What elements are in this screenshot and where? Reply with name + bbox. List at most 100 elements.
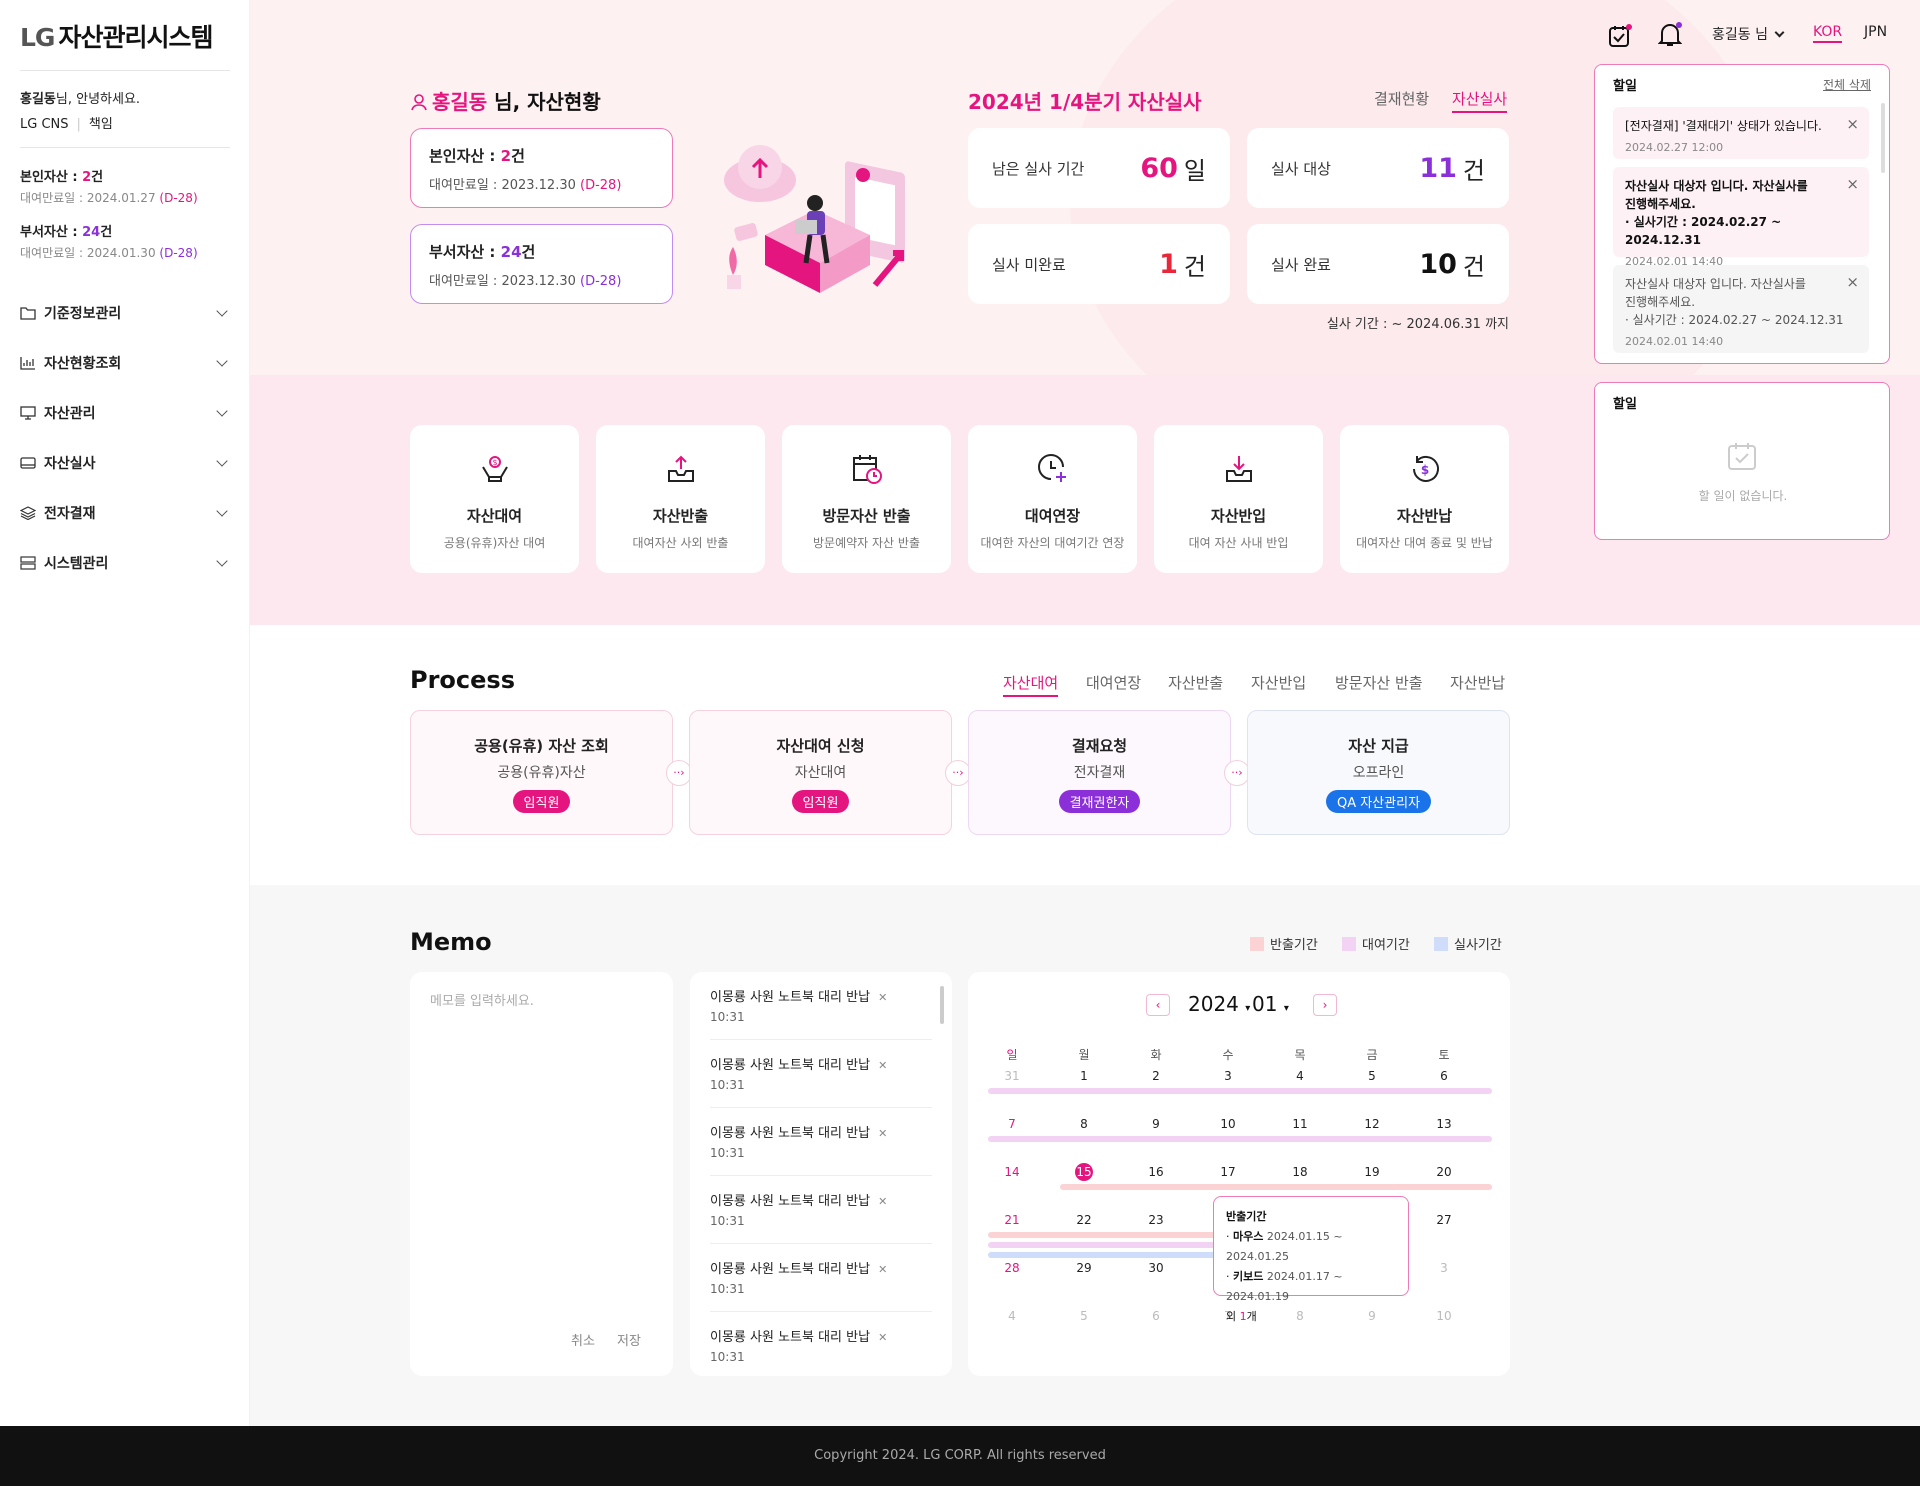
calendar-day[interactable]: 17 — [1208, 1165, 1248, 1179]
calendar-day[interactable]: 11 — [1280, 1117, 1320, 1131]
calendar-day[interactable]: 19 — [1352, 1165, 1392, 1179]
calendar-day[interactable]: 13 — [1424, 1117, 1464, 1131]
calendar-day[interactable]: 21 — [992, 1213, 1032, 1227]
close-icon[interactable]: × — [1846, 175, 1859, 193]
close-icon[interactable]: × — [1846, 115, 1859, 133]
calendar-day[interactable]: 12 — [1352, 1117, 1392, 1131]
list-item[interactable]: 이몽룡 사원 노트북 대리 반납 ✕ 10:31 — [710, 1108, 932, 1176]
service-rental-extension[interactable]: 대여연장 대여한 자산의 대여기간 연장 — [968, 425, 1137, 573]
calendar-day[interactable]: 6 — [1424, 1069, 1464, 1083]
memo-input[interactable] — [430, 990, 650, 1310]
process-tab-extension[interactable]: 대여연장 — [1086, 672, 1141, 693]
calendar-day[interactable]: 5 — [1064, 1309, 1104, 1323]
chevron-down-icon — [216, 405, 228, 417]
service-asset-import[interactable]: 자산반입 대여 자산 사내 반입 — [1154, 425, 1323, 573]
tab-approval-status[interactable]: 결재현황 — [1374, 88, 1429, 109]
service-visitor-export[interactable]: 방문자산 반출 방문예약자 자산 반출 — [782, 425, 951, 573]
dept-asset-card[interactable]: 부서자산 : 24건 대여만료일 : 2023.12.30 (D-28) — [410, 224, 673, 304]
calendar-day[interactable]: 2 — [1136, 1069, 1176, 1083]
calendar-day[interactable]: 8 — [1064, 1117, 1104, 1131]
calendar-day[interactable]: 10 — [1424, 1309, 1464, 1323]
calendar-day[interactable]: 20 — [1424, 1165, 1464, 1179]
calendar-day[interactable]: 4 — [1280, 1069, 1320, 1083]
asset-status-title: 홍길동 님, 자산현황 — [410, 86, 601, 115]
menu-item-asset-audit[interactable]: 자산실사 — [20, 451, 230, 475]
close-icon[interactable]: ✕ — [878, 991, 887, 1004]
memo-title: Memo — [410, 928, 492, 956]
memo-save-button[interactable]: 저장 — [617, 1330, 641, 1349]
calendar-day[interactable]: 22 — [1064, 1213, 1104, 1227]
lang-jpn[interactable]: JPN — [1864, 24, 1887, 40]
service-asset-export[interactable]: 자산반출 대여자산 사외 반출 — [596, 425, 765, 573]
todo-item[interactable]: [전자결재] '결재대기' 상태가 있습니다. 2024.02.27 12:00 × — [1613, 107, 1869, 159]
process-tab-visitor-export[interactable]: 방문자산 반출 — [1335, 672, 1423, 693]
close-icon[interactable]: ✕ — [878, 1263, 887, 1276]
process-tab-export[interactable]: 자산반출 — [1168, 672, 1223, 693]
own-asset-summary[interactable]: 본인자산 : 2건 — [20, 166, 103, 185]
menu-item-asset-management[interactable]: 자산관리 — [20, 401, 230, 425]
menu-item-asset-status[interactable]: 자산현황조회 — [20, 351, 230, 375]
own-asset-card[interactable]: 본인자산 : 2건 대여만료일 : 2023.12.30 (D-28) — [410, 128, 673, 208]
calendar-day[interactable]: 29 — [1064, 1261, 1104, 1275]
calendar-day[interactable]: 14 — [992, 1165, 1032, 1179]
close-icon[interactable]: ✕ — [878, 1331, 887, 1344]
todo-item[interactable]: 자산실사 대상자 입니다. 자산실사를 진행해주세요. · 실사기간 : 2024.… — [1613, 265, 1869, 353]
lang-kor[interactable]: KOR — [1813, 24, 1843, 43]
process-tab-import[interactable]: 자산반입 — [1251, 672, 1306, 693]
calendar-day[interactable]: 10 — [1208, 1117, 1248, 1131]
month-select[interactable]: 01 ▾ — [1252, 992, 1289, 1016]
close-icon[interactable]: ✕ — [878, 1127, 887, 1140]
calendar-day[interactable]: 5 — [1352, 1069, 1392, 1083]
calendar-day[interactable]: 9 — [1136, 1117, 1176, 1131]
process-tab-rental[interactable]: 자산대여 — [1003, 672, 1059, 697]
process-tab-return[interactable]: 자산반납 — [1450, 672, 1505, 693]
dept-asset-summary[interactable]: 부서자산 : 24건 — [20, 221, 112, 240]
prev-month-button[interactable]: ‹ — [1146, 994, 1170, 1016]
list-item[interactable]: 이몽룡 사원 노트북 대리 반납 ✕ 10:31 — [710, 1040, 932, 1108]
calendar-day[interactable]: 31 — [992, 1069, 1032, 1083]
calendar-day[interactable]: 4 — [992, 1309, 1032, 1323]
clear-all-button[interactable]: 전체 삭제 — [1823, 76, 1871, 93]
close-icon[interactable]: × — [1846, 273, 1859, 291]
menu-item-system-management[interactable]: 시스템관리 — [20, 551, 230, 575]
stat-remaining-period[interactable]: 남은 실사 기간 60 일 — [968, 128, 1230, 208]
calendar-day[interactable]: 23 — [1136, 1213, 1176, 1227]
calendar-day[interactable]: 3 — [1424, 1261, 1464, 1275]
memo-cancel-button[interactable]: 취소 — [571, 1330, 595, 1349]
calendar-day[interactable]: 30 — [1136, 1261, 1176, 1275]
list-item[interactable]: 이몽룡 사원 노트북 대리 반납 ✕ 10:31 — [710, 1176, 932, 1244]
rental-period-bar — [988, 1242, 1218, 1248]
calendar-day[interactable]: 3 — [1208, 1069, 1248, 1083]
service-asset-return[interactable]: $ 자산반납 대여자산 대여 종료 및 반납 — [1340, 425, 1509, 573]
list-item[interactable]: 이몽룡 사원 노트북 대리 반납 ✕ 10:31 — [710, 972, 932, 1040]
calendar-day[interactable]: 6 — [1136, 1309, 1176, 1323]
close-icon[interactable]: ✕ — [878, 1059, 887, 1072]
calendar-day[interactable]: 27 — [1424, 1213, 1464, 1227]
calendar-day-today[interactable]: 15 — [1075, 1163, 1093, 1181]
scrollbar[interactable] — [1881, 103, 1885, 173]
calendar-day[interactable]: 1 — [1064, 1069, 1104, 1083]
service-asset-rental[interactable]: $ 자산대여 공용(유휴)자산 대여 — [410, 425, 579, 573]
todo-calendar-icon[interactable] — [1608, 24, 1632, 48]
calendar-day[interactable]: 28 — [992, 1261, 1032, 1275]
close-icon[interactable]: ✕ — [878, 1195, 887, 1208]
calendar-tooltip: 반출기간 · 마우스 2024.01.15 ~ 2024.01.25 · 키보드… — [1213, 1196, 1409, 1323]
year-select[interactable]: 2024 ▾ — [1188, 992, 1250, 1016]
list-item[interactable]: 이몽룡 사원 노트북 대리 반납 ✕ 10:31 — [710, 1312, 932, 1376]
user-menu[interactable]: 홍길동 님 — [1712, 24, 1785, 44]
calendar-day[interactable]: 7 — [992, 1117, 1032, 1131]
next-month-button[interactable]: › — [1313, 994, 1337, 1016]
stat-audit-incomplete[interactable]: 실사 미완료 1 건 — [968, 224, 1230, 304]
app-logo[interactable]: LG 자산관리시스템 — [20, 18, 213, 54]
stat-audit-target[interactable]: 실사 대상 11 건 — [1247, 128, 1509, 208]
bell-icon[interactable] — [1658, 22, 1682, 48]
calendar-day[interactable]: 16 — [1136, 1165, 1176, 1179]
stat-audit-complete[interactable]: 실사 완료 10 건 — [1247, 224, 1509, 304]
calendar-day[interactable]: 18 — [1280, 1165, 1320, 1179]
tab-asset-audit[interactable]: 자산실사 — [1452, 88, 1508, 113]
menu-item-base-info[interactable]: 기준정보관리 — [20, 301, 230, 325]
menu-item-e-approval[interactable]: 전자결재 — [20, 501, 230, 525]
list-item[interactable]: 이몽룡 사원 노트북 대리 반납 ✕ 10:31 — [710, 1244, 932, 1312]
todo-item[interactable]: 자산실사 대상자 입니다. 자산실사를 진행해주세요. · 실사기간 : 2024.… — [1613, 167, 1869, 268]
scrollbar[interactable] — [940, 986, 944, 1024]
